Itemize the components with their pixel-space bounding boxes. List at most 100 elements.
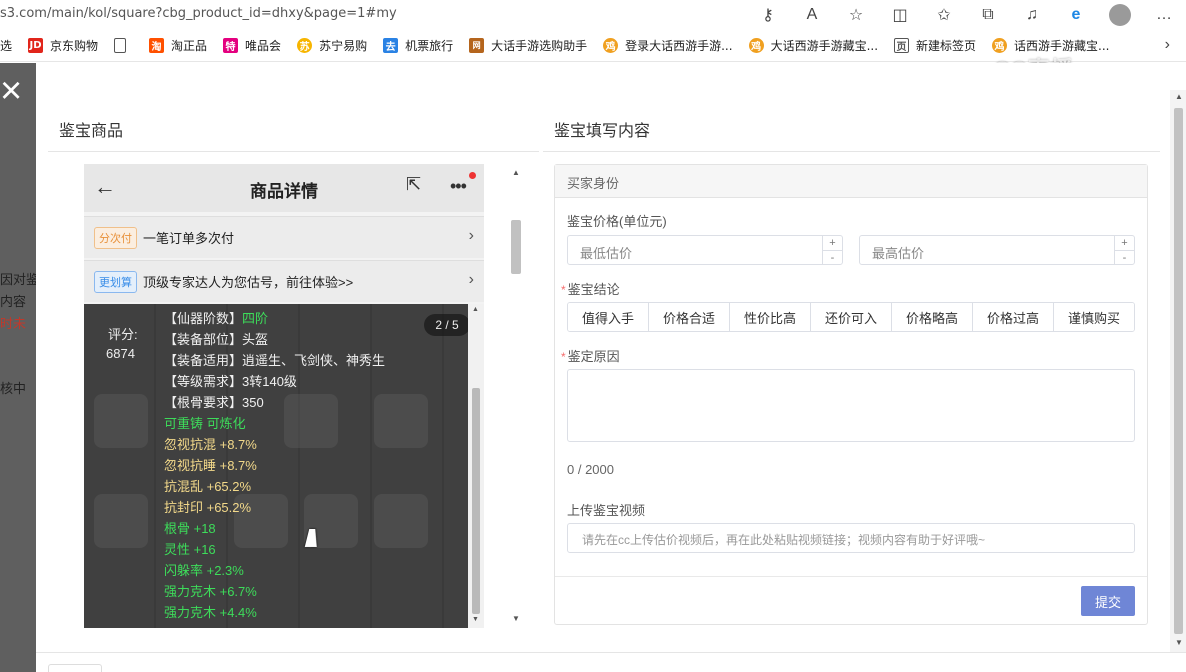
preview-header: ← 商品详情 ⇱ •••	[84, 164, 484, 212]
bookmark-item[interactable]: 选	[0, 37, 12, 54]
reason-char-counter: 0 / 2000	[567, 462, 614, 477]
conclusion-option[interactable]: 还价可入	[811, 303, 892, 331]
reason-label: * 鉴定原因	[561, 349, 620, 364]
left-scroll-thumb[interactable]	[511, 220, 521, 274]
item-stat-line: 灵性 +16	[164, 542, 216, 557]
item-stat-line: 可重铸 可炼化	[164, 416, 246, 431]
submit-button[interactable]: 提交	[1081, 586, 1135, 616]
score-label: 评分:	[108, 327, 138, 342]
item-slot	[94, 494, 148, 548]
item-slot	[374, 494, 428, 548]
chevron-right-icon[interactable]: ›	[1165, 36, 1170, 54]
max-price-stepper[interactable]: + -	[1114, 236, 1134, 264]
decrement-icon[interactable]: -	[823, 250, 842, 264]
product-preview: ← 商品详情 ⇱ ••• 分次付 一笔订单多次付 › 更划算 顶级专家达人为您估…	[84, 164, 484, 628]
expert-row: 更划算 顶级专家达人为您估号，前往体验>> ›	[84, 260, 484, 302]
preview-title: 商品详情	[250, 182, 318, 201]
scroll-down-icon[interactable]: ▼	[472, 616, 479, 623]
modal-scroll-thumb[interactable]	[1174, 108, 1183, 634]
modal-scrollbar[interactable]: ▲ ▼	[1170, 90, 1186, 652]
favorite-star-icon[interactable]: ☆	[834, 2, 878, 28]
preview-inner-scrollbar[interactable]: ▲ ▼	[468, 304, 484, 628]
installment-text: 一笔订单多次付	[143, 231, 235, 246]
bookmark-dhxy-cbg[interactable]: 鸡大话西游手游藏宝...	[748, 37, 878, 54]
chevron-right-icon: ›	[468, 227, 474, 244]
min-price-stepper[interactable]: + -	[822, 236, 842, 264]
bookmark-taobao[interactable]: 淘淘正品	[149, 37, 207, 54]
item-slot	[374, 394, 428, 448]
url-text[interactable]: s3.com/main/kol/square?cbg_product_id=dh…	[0, 6, 397, 21]
installment-row: 分次付 一笔订单多次付 ›	[84, 216, 484, 258]
conclusion-options: 值得入手 价格合适 性价比高 还价可入 价格略高 价格过高 谨慎购买	[567, 302, 1135, 332]
chick-icon: 鸡	[748, 38, 764, 53]
bookmark-flights[interactable]: 去机票旅行	[383, 37, 453, 54]
chick-icon: 鸡	[992, 38, 1008, 53]
buyer-identity-header: 买家身份	[555, 165, 1147, 198]
close-icon[interactable]: ×	[0, 70, 30, 116]
item-stat-line: 【装备部位】头盔	[164, 332, 269, 347]
bookmark-page[interactable]	[114, 38, 133, 53]
conclusion-option[interactable]: 价格合适	[649, 303, 730, 331]
item-slot	[284, 394, 338, 448]
expert-text: 顶级专家达人为您估号，前往体验>>	[143, 275, 354, 290]
edge-icon[interactable]: e	[1054, 2, 1098, 28]
left-section-title: 鉴宝商品	[59, 123, 124, 140]
reason-textarea[interactable]	[567, 369, 1135, 442]
conclusion-option[interactable]: 价格过高	[973, 303, 1054, 331]
footer-button[interactable]	[48, 664, 102, 672]
bookmark-dhxy-login[interactable]: 鸡登录大话西游手游...	[603, 37, 733, 54]
scroll-up-icon[interactable]: ▲	[472, 306, 479, 313]
favorites-icon[interactable]: ✩	[922, 2, 966, 28]
modal-footer-strip	[36, 652, 1186, 672]
conclusion-option[interactable]: 值得入手	[568, 303, 649, 331]
bookmark-vip[interactable]: 特唯品会	[223, 37, 281, 54]
left-panel-scrollbar[interactable]: ▲ ▼	[508, 164, 524, 628]
decrement-icon[interactable]: -	[1115, 250, 1134, 264]
right-section-title: 鉴宝填写内容	[554, 123, 651, 140]
score-value: 6874	[106, 346, 135, 361]
key-icon[interactable]: ⚷	[746, 2, 790, 28]
required-mark: *	[561, 283, 566, 297]
item-stat-line: 忽视抗睡 +8.7%	[164, 458, 257, 473]
form-footer-divider	[555, 576, 1147, 577]
item-stat-line: 【等级需求】3转140级	[164, 374, 297, 389]
scroll-down-icon[interactable]: ▼	[512, 614, 520, 623]
notifications-icon[interactable]: ♫	[1010, 2, 1054, 28]
collections-icon[interactable]: ⧉	[966, 2, 1010, 28]
jd-icon: JD	[28, 38, 44, 53]
profile-avatar[interactable]	[1098, 2, 1142, 28]
max-price-input[interactable]: 最高估价 + -	[859, 235, 1135, 265]
new-tab-icon: 页	[894, 38, 910, 53]
conclusion-option[interactable]: 谨慎购买	[1054, 303, 1134, 331]
more-menu-icon[interactable]: …	[1142, 2, 1186, 28]
suning-icon: 苏	[297, 38, 313, 53]
price-label: 鉴宝价格(单位元)	[567, 214, 667, 229]
min-price-input[interactable]: 最低估价 + -	[567, 235, 843, 265]
conclusion-option[interactable]: 性价比高	[730, 303, 811, 331]
item-stat-line: 忽视抗混 +8.7%	[164, 437, 257, 452]
preview-scroll-thumb[interactable]	[472, 388, 480, 614]
taobao-icon: 淘	[149, 38, 165, 53]
left-title-divider	[48, 151, 539, 152]
increment-icon[interactable]: +	[1115, 236, 1134, 250]
scroll-down-icon[interactable]: ▼	[1175, 638, 1183, 647]
item-stat-line: 抗混乱 +65.2%	[164, 479, 252, 494]
scroll-up-icon[interactable]: ▲	[1175, 92, 1183, 101]
read-aloud-icon[interactable]: A	[790, 2, 834, 28]
expert-tag: 更划算	[94, 270, 137, 293]
flight-icon: 去	[383, 38, 399, 53]
item-slot	[94, 394, 148, 448]
bookmark-new-tab[interactable]: 页新建标签页	[894, 37, 976, 54]
split-screen-icon[interactable]: ◫	[878, 2, 922, 28]
conclusion-option[interactable]: 价格略高	[892, 303, 973, 331]
share-icon: ⇱	[406, 174, 422, 194]
video-link-input[interactable]: 请先在cc上传估价视频后，再在此处粘贴视频链接；视频内容有助于好评哦~	[567, 523, 1135, 553]
bookmark-suning[interactable]: 苏苏宁易购	[297, 37, 367, 54]
chick-icon: 鸡	[603, 38, 619, 53]
red-dot-badge	[469, 172, 476, 179]
increment-icon[interactable]: +	[823, 236, 842, 250]
bookmark-dhxy-helper[interactable]: 网大话手游选购助手	[469, 37, 587, 54]
page-icon	[114, 38, 127, 53]
scroll-up-icon[interactable]: ▲	[512, 168, 520, 177]
bookmark-jd[interactable]: JD 京东购物	[28, 37, 98, 54]
